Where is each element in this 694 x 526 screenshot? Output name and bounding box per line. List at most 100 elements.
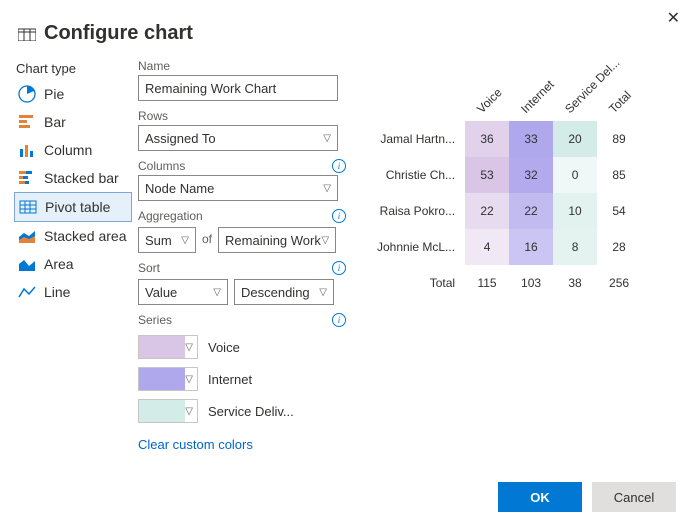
aggregation-label: Aggregationi: [138, 209, 348, 223]
row-header: Johnnie McL...: [376, 229, 465, 265]
chart-type-pie[interactable]: Pie: [14, 80, 132, 108]
close-button[interactable]: ✕: [667, 8, 680, 28]
pivot-cell: 22: [509, 193, 553, 229]
name-input[interactable]: Remaining Work Chart: [138, 75, 338, 101]
pivot-cell: 53: [465, 157, 509, 193]
chart-type-label-text: Stacked bar: [44, 170, 119, 186]
chevron-down-icon: ▽: [323, 183, 331, 194]
chart-type-bar[interactable]: Bar: [14, 108, 132, 136]
chart-type-label-text: Line: [44, 284, 70, 300]
name-label: Name: [138, 59, 348, 73]
chart-config-icon: [18, 27, 36, 41]
sort-label: Sorti: [138, 261, 348, 275]
pivot-cell: 4: [465, 229, 509, 265]
pivot-icon: [19, 198, 37, 216]
sort-dir-select[interactable]: Descending▽: [234, 279, 334, 305]
cancel-button[interactable]: Cancel: [592, 482, 676, 512]
chart-type-label-text: Stacked area: [44, 228, 127, 244]
pie-icon: [18, 85, 36, 103]
chevron-down-icon: ▽: [321, 235, 329, 246]
aggregation-field-select[interactable]: Remaining Work▽: [218, 227, 336, 253]
chevron-down-icon: ▽: [323, 133, 331, 144]
column-icon: [18, 141, 36, 159]
total-cell: 115: [465, 265, 509, 301]
aggregation-func-select[interactable]: Sum▽: [138, 227, 196, 253]
pivot-cell: 16: [509, 229, 553, 265]
chart-type-panel: Chart type Pie Bar Column Stacked bar Pi…: [14, 51, 132, 306]
total-cell: 256: [597, 265, 641, 301]
row-header: Raisa Pokro...: [376, 193, 465, 229]
total-label: Total: [376, 265, 465, 301]
chart-type-label: Chart type: [16, 61, 132, 76]
info-icon[interactable]: i: [332, 313, 346, 327]
chart-type-label-text: Area: [44, 256, 74, 272]
series-color-service[interactable]: ▽: [138, 399, 198, 423]
info-icon[interactable]: i: [332, 159, 346, 173]
info-icon[interactable]: i: [332, 261, 346, 275]
clear-custom-colors-link[interactable]: Clear custom colors: [138, 437, 348, 452]
pivot-cell: 22: [465, 193, 509, 229]
row-header: Jamal Hartn...: [376, 121, 465, 157]
series-color-internet[interactable]: ▽: [138, 367, 198, 391]
chart-type-line[interactable]: Line: [14, 278, 132, 306]
dialog-header: Configure chart: [0, 0, 694, 51]
total-cell: 103: [509, 265, 553, 301]
pivot-cell: 20: [553, 121, 597, 157]
info-icon[interactable]: i: [332, 209, 346, 223]
pivot-cell: 28: [597, 229, 641, 265]
chart-type-label-text: Pie: [44, 86, 64, 102]
pivot-cell: 36: [465, 121, 509, 157]
series-label: Seriesi: [138, 313, 348, 327]
chart-type-pivot-table[interactable]: Pivot table: [14, 192, 132, 222]
area-icon: [18, 255, 36, 273]
pivot-cell: 32: [509, 157, 553, 193]
chart-type-label-text: Pivot table: [45, 199, 110, 215]
ok-button[interactable]: OK: [498, 482, 582, 512]
col-header: Internet: [509, 63, 553, 121]
rows-label: Rows: [138, 109, 348, 123]
stacked-area-icon: [18, 227, 36, 245]
pivot-cell: 8: [553, 229, 597, 265]
bar-icon: [18, 113, 36, 131]
pivot-cell: 0: [553, 157, 597, 193]
total-cell: 38: [553, 265, 597, 301]
pivot-cell: 33: [509, 121, 553, 157]
chevron-down-icon: ▽: [319, 287, 327, 298]
chart-type-stacked-bar[interactable]: Stacked bar: [14, 164, 132, 192]
chart-type-area[interactable]: Area: [14, 250, 132, 278]
dialog-footer: OK Cancel: [498, 482, 676, 512]
pivot-cell: 54: [597, 193, 641, 229]
sort-by-select[interactable]: Value▽: [138, 279, 228, 305]
config-form: Name Remaining Work Chart Rows Assigned …: [138, 51, 348, 452]
series-row-voice: ▽ Voice: [138, 335, 348, 359]
chart-type-stacked-area[interactable]: Stacked area: [14, 222, 132, 250]
series-row-service: ▽ Service Deliv...: [138, 399, 348, 423]
chevron-down-icon: ▽: [213, 287, 221, 298]
series-row-internet: ▽ Internet: [138, 367, 348, 391]
pivot-cell: 85: [597, 157, 641, 193]
chevron-down-icon: ▽: [181, 235, 189, 246]
chart-type-column[interactable]: Column: [14, 136, 132, 164]
chevron-down-icon: ▽: [185, 342, 193, 353]
col-header: Service Del...: [553, 63, 597, 121]
line-icon: [18, 283, 36, 301]
pivot-cell: 10: [553, 193, 597, 229]
pivot-table: Voice Internet Service Del... Total Jama…: [376, 63, 641, 301]
chevron-down-icon: ▽: [185, 374, 193, 385]
row-header: Christie Ch...: [376, 157, 465, 193]
rows-select[interactable]: Assigned To▽: [138, 125, 338, 151]
series-label-text: Voice: [208, 340, 240, 355]
dialog-title: Configure chart: [44, 22, 193, 45]
series-label-text: Internet: [208, 372, 252, 387]
columns-label: Columnsi: [138, 159, 348, 173]
chevron-down-icon: ▽: [185, 406, 193, 417]
columns-select[interactable]: Node Name▽: [138, 175, 338, 201]
stacked-bar-icon: [18, 169, 36, 187]
aggregation-of-label: of: [202, 232, 212, 246]
chart-type-label-text: Column: [44, 142, 92, 158]
series-label-text: Service Deliv...: [208, 404, 294, 419]
pivot-preview: Voice Internet Service Del... Total Jama…: [376, 63, 676, 301]
pivot-cell: 89: [597, 121, 641, 157]
series-color-voice[interactable]: ▽: [138, 335, 198, 359]
chart-type-label-text: Bar: [44, 114, 66, 130]
